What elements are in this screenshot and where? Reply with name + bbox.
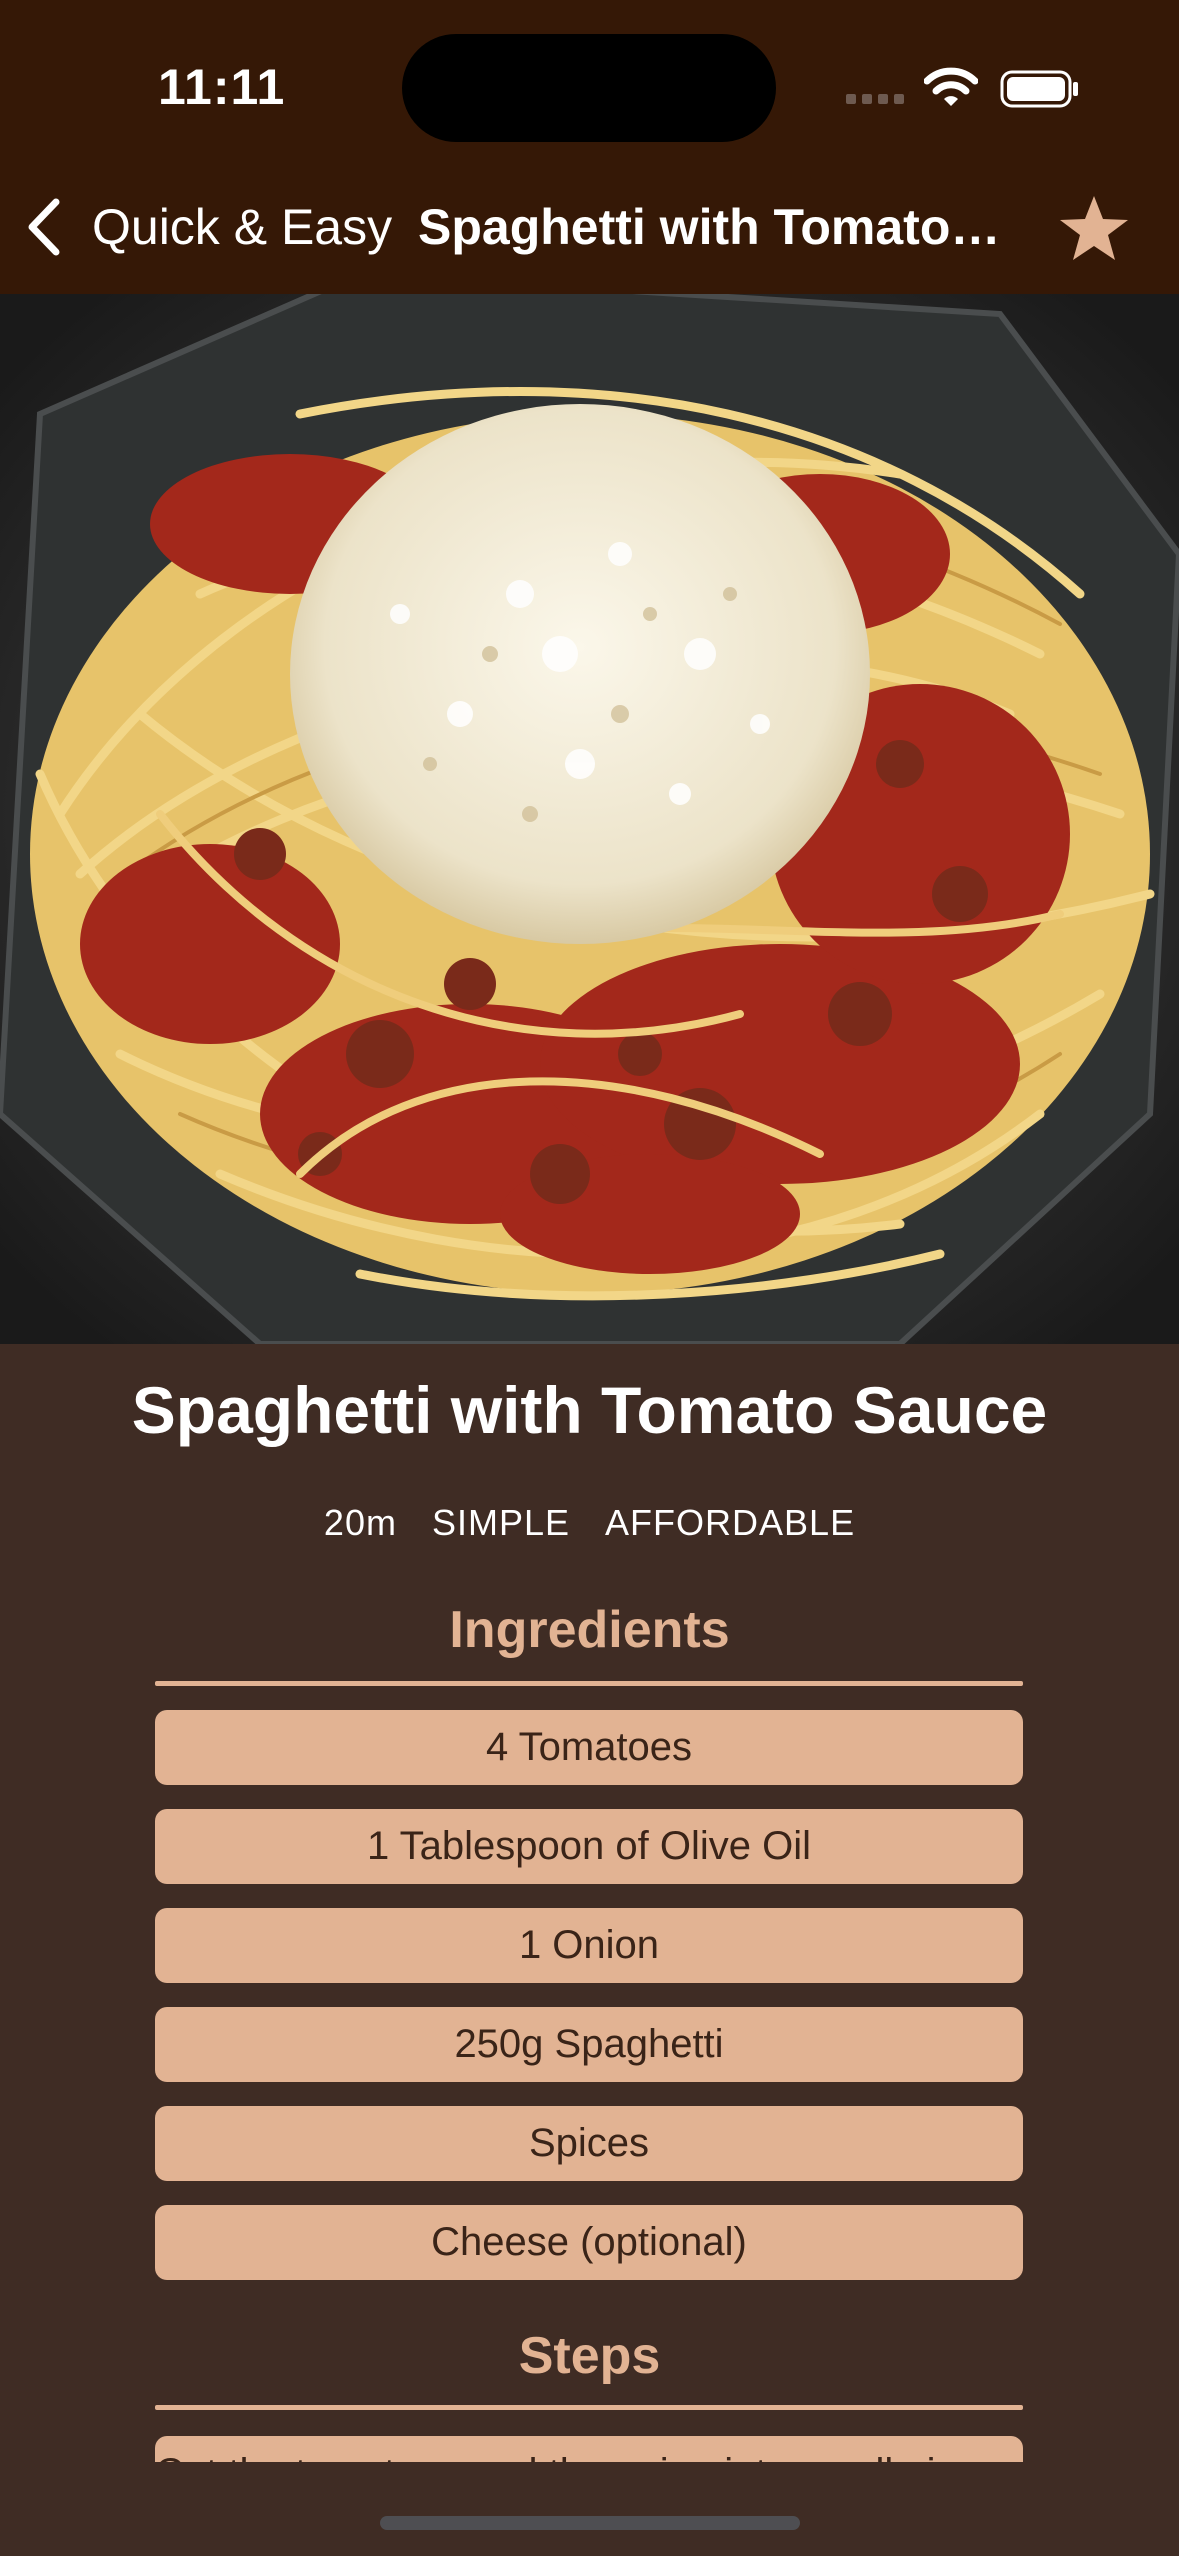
recipe-detail-screen: 11:11 Quick & Easy Spaghetti with Tomato… [0, 0, 1179, 2556]
ingredients-list: 4 Tomatoes 1 Tablespoon of Olive Oil 1 O… [155, 1710, 1023, 2304]
ingredients-heading: Ingredients [449, 1601, 730, 1659]
complexity-label: SIMPLE [431, 1502, 571, 1543]
recipe-title: Spaghetti with Tomato Sauce [131, 1373, 1048, 1447]
back-button-label[interactable]: Quick & Easy [92, 198, 392, 256]
home-indicator[interactable] [380, 2516, 800, 2530]
duration-label: 20m [323, 1502, 397, 1543]
nav-title: Spaghetti with Tomato Sauce [418, 199, 1008, 255]
back-chevron-icon[interactable] [22, 196, 66, 258]
affordability-label: AFFORDABLE [605, 1502, 856, 1543]
battery-icon [1000, 70, 1078, 108]
recipe-image [0, 294, 1179, 1344]
ingredient-item: 1 Tablespoon of Olive Oil [155, 1809, 1023, 1884]
signal-icon [846, 94, 906, 108]
status-time: 11:11 [158, 59, 286, 115]
ingredient-item: 1 Onion [155, 1908, 1023, 1983]
recipe-meta: 20m SIMPLE AFFORDABLE [0, 1502, 1179, 1544]
dynamic-island [402, 34, 776, 142]
ingredient-item: Cheese (optional) [155, 2205, 1023, 2280]
steps-divider [155, 2405, 1023, 2410]
ingredient-item: 4 Tomatoes [155, 1710, 1023, 1785]
navigation-header: 11:11 Quick & Easy Spaghetti with Tomato… [0, 0, 1179, 294]
steps-list: Cut the tomatoes and the onion into smal… [155, 2436, 1023, 2462]
steps-heading: Steps [518, 2327, 661, 2385]
wifi-icon [924, 67, 978, 106]
star-icon[interactable] [1058, 192, 1130, 264]
ingredient-item: Spices [155, 2106, 1023, 2181]
step-item: Cut the tomatoes and the onion into smal… [155, 2436, 1023, 2462]
ingredients-divider [155, 1681, 1023, 1686]
ingredient-item: 250g Spaghetti [155, 2007, 1023, 2082]
